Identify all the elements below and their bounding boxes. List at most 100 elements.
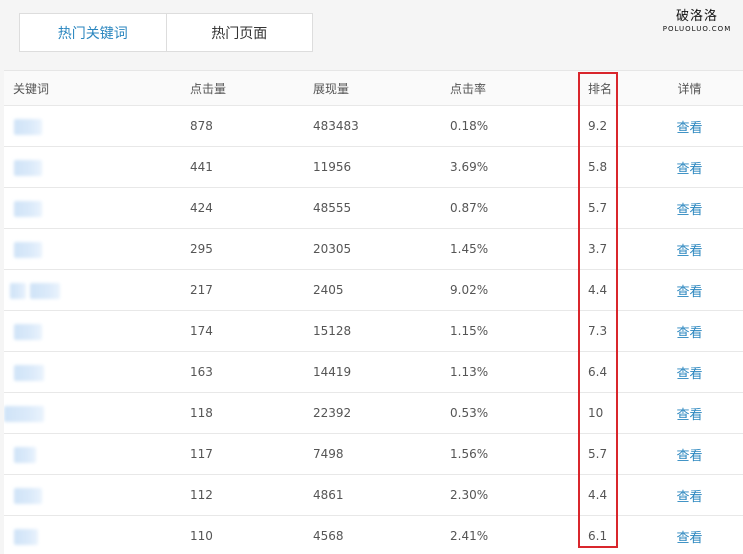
watermark-text-cn: 破洛洛 bbox=[675, 9, 718, 24]
ctr-cell: 3.69% bbox=[450, 160, 489, 174]
impressions-cell: 2405 bbox=[313, 283, 344, 297]
clicks-cell: 163 bbox=[190, 365, 213, 379]
view-detail-link[interactable]: 查看 bbox=[676, 367, 702, 382]
keyword-cell bbox=[4, 311, 190, 351]
header-keyword: 关键词 bbox=[13, 81, 50, 96]
view-detail-link[interactable]: 查看 bbox=[676, 449, 702, 464]
header-clicks: 点击量 bbox=[190, 81, 227, 96]
view-detail-link[interactable]: 查看 bbox=[676, 121, 702, 136]
impressions-cell: 15128 bbox=[313, 324, 352, 338]
detail-cell: 查看 bbox=[636, 281, 743, 300]
view-detail-link[interactable]: 查看 bbox=[676, 531, 702, 546]
rank-cell: 9.2 bbox=[588, 119, 608, 133]
header-detail: 详情 bbox=[677, 81, 702, 96]
rank-cell: 7.3 bbox=[588, 324, 608, 338]
table-header-row: 关键词 点击量 展现量 点击率 排名 详情 bbox=[4, 71, 743, 106]
rank-cell: 3.7 bbox=[588, 242, 608, 256]
ctr-cell: 9.02% bbox=[450, 283, 489, 297]
table-row: 117 7498 1.56% 5.7 查看 bbox=[4, 434, 743, 475]
detail-cell: 查看 bbox=[636, 527, 743, 546]
header-rank: 排名 bbox=[588, 81, 613, 96]
rank-cell: 5.8 bbox=[588, 160, 608, 174]
clicks-cell: 878 bbox=[190, 119, 213, 133]
tab-bar: 热门关键词 热门页面 bbox=[19, 13, 313, 52]
ctr-cell: 0.87% bbox=[450, 201, 489, 215]
clicks-cell: 217 bbox=[190, 283, 213, 297]
keyword-cell bbox=[4, 229, 190, 269]
impressions-cell: 48555 bbox=[313, 201, 352, 215]
tab-hot-pages[interactable]: 热门页面 bbox=[165, 14, 313, 51]
detail-cell: 查看 bbox=[636, 404, 743, 423]
header-ctr: 点击率 bbox=[450, 81, 487, 96]
blurred-keyword bbox=[14, 242, 42, 258]
rank-cell: 10 bbox=[588, 406, 604, 420]
clicks-cell: 424 bbox=[190, 201, 213, 215]
impressions-cell: 483483 bbox=[313, 119, 359, 133]
tab-hot-keywords[interactable]: 热门关键词 bbox=[20, 14, 166, 51]
detail-cell: 查看 bbox=[636, 240, 743, 259]
table-row: 174 15128 1.15% 7.3 查看 bbox=[4, 311, 743, 352]
clicks-cell: 174 bbox=[190, 324, 213, 338]
blurred-keyword bbox=[14, 488, 42, 504]
detail-cell: 查看 bbox=[636, 445, 743, 464]
impressions-cell: 22392 bbox=[313, 406, 352, 420]
table-row: 424 48555 0.87% 5.7 查看 bbox=[4, 188, 743, 229]
clicks-cell: 441 bbox=[190, 160, 213, 174]
clicks-cell: 118 bbox=[190, 406, 213, 420]
view-detail-link[interactable]: 查看 bbox=[676, 162, 702, 177]
blurred-keyword bbox=[14, 529, 38, 545]
table-row: 441 11956 3.69% 5.8 查看 bbox=[4, 147, 743, 188]
detail-cell: 查看 bbox=[636, 117, 743, 136]
impressions-cell: 11956 bbox=[313, 160, 352, 174]
detail-cell: 查看 bbox=[636, 363, 743, 382]
table-row: 163 14419 1.13% 6.4 查看 bbox=[4, 352, 743, 393]
impressions-cell: 20305 bbox=[313, 242, 352, 256]
view-detail-link[interactable]: 查看 bbox=[676, 285, 702, 300]
keyword-cell bbox=[4, 393, 190, 433]
table-row: 110 4568 2.41% 6.1 查看 bbox=[4, 516, 743, 554]
keyword-cell bbox=[4, 147, 190, 187]
clicks-cell: 112 bbox=[190, 488, 213, 502]
keyword-cell bbox=[4, 475, 190, 515]
blurred-keyword bbox=[14, 447, 36, 463]
detail-cell: 查看 bbox=[636, 199, 743, 218]
rank-cell: 5.7 bbox=[588, 201, 608, 215]
rank-cell: 4.4 bbox=[588, 283, 608, 297]
keyword-cell bbox=[4, 188, 190, 228]
impressions-cell: 4568 bbox=[313, 529, 344, 543]
clicks-cell: 110 bbox=[190, 529, 213, 543]
watermark-text-en: POLUOLUO.COM bbox=[662, 25, 732, 33]
keyword-cell bbox=[4, 516, 190, 554]
blurred-keyword bbox=[14, 324, 42, 340]
keyword-cell bbox=[4, 270, 190, 310]
table-row: 112 4861 2.30% 4.4 查看 bbox=[4, 475, 743, 516]
view-detail-link[interactable]: 查看 bbox=[676, 244, 702, 259]
keyword-table: 关键词 点击量 展现量 点击率 排名 详情 878 483483 0.18% 9.2 查… bbox=[4, 70, 743, 554]
view-detail-link[interactable]: 查看 bbox=[676, 203, 702, 218]
table-row: 878 483483 0.18% 9.2 查看 bbox=[4, 106, 743, 147]
table-row: 118 22392 0.53% 10 查看 bbox=[4, 393, 743, 434]
blurred-keyword bbox=[30, 283, 60, 299]
rank-cell: 4.4 bbox=[588, 488, 608, 502]
watermark-logo: 破洛洛 POLUOLUO.COM bbox=[662, 9, 732, 34]
impressions-cell: 4861 bbox=[313, 488, 344, 502]
impressions-cell: 14419 bbox=[313, 365, 352, 379]
detail-cell: 查看 bbox=[636, 322, 743, 341]
ctr-cell: 2.41% bbox=[450, 529, 489, 543]
ctr-cell: 0.53% bbox=[450, 406, 489, 420]
blurred-keyword bbox=[10, 283, 26, 299]
impressions-cell: 7498 bbox=[313, 447, 344, 461]
keyword-cell bbox=[4, 434, 190, 474]
detail-cell: 查看 bbox=[636, 486, 743, 505]
blurred-keyword bbox=[4, 406, 44, 422]
view-detail-link[interactable]: 查看 bbox=[676, 326, 702, 341]
clicks-cell: 117 bbox=[190, 447, 213, 461]
view-detail-link[interactable]: 查看 bbox=[676, 408, 702, 423]
blurred-keyword bbox=[14, 201, 42, 217]
view-detail-link[interactable]: 查看 bbox=[676, 490, 702, 505]
blurred-keyword bbox=[14, 365, 44, 381]
keyword-cell bbox=[4, 352, 190, 392]
ctr-cell: 1.45% bbox=[450, 242, 489, 256]
ctr-cell: 2.30% bbox=[450, 488, 489, 502]
clicks-cell: 295 bbox=[190, 242, 213, 256]
